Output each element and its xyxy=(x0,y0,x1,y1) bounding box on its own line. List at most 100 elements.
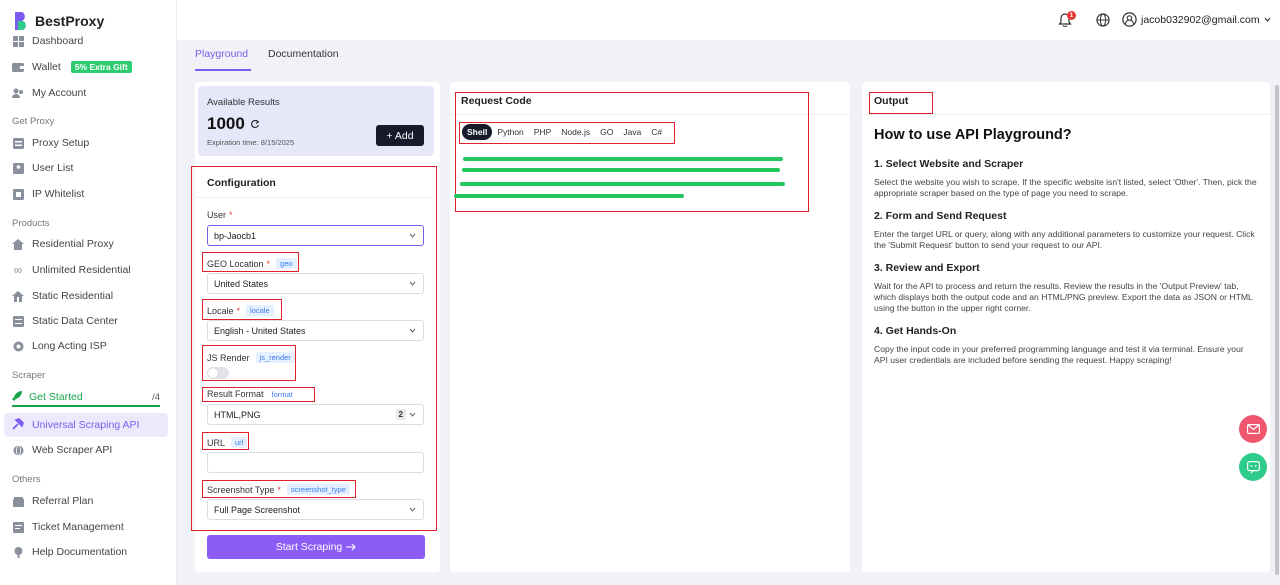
sidebar-item-long-isp[interactable]: Long Acting ISP xyxy=(12,340,107,352)
account-icon xyxy=(12,87,24,99)
brand-name: BestProxy xyxy=(35,13,105,29)
configuration-title: Configuration xyxy=(207,177,276,189)
sidebar-item-referral[interactable]: Referral Plan xyxy=(12,495,93,507)
howto-heading: How to use API Playground? xyxy=(874,127,1072,143)
step-text: Wait for the API to process and return t… xyxy=(874,281,1253,313)
sidebar: BestProxy Dashboard Wallet 5% Extra Gift… xyxy=(0,0,177,585)
locale-select-value: English - United States xyxy=(214,325,306,336)
sidebar-item-wallet[interactable]: Wallet 5% Extra Gift xyxy=(12,61,132,73)
isp-icon xyxy=(12,340,24,352)
lang-tab-nodejs[interactable]: Node.js xyxy=(556,124,595,140)
lang-tab-java[interactable]: Java xyxy=(618,124,646,140)
url-input[interactable] xyxy=(207,452,424,473)
sidebar-item-label: Static Residential xyxy=(32,290,114,302)
format-select[interactable]: HTML,PNG 2 xyxy=(207,404,424,425)
lang-tab-go[interactable]: GO xyxy=(595,124,618,140)
refresh-icon[interactable] xyxy=(250,119,260,129)
top-bar xyxy=(177,0,1280,40)
lang-tab-php[interactable]: PHP xyxy=(529,124,556,140)
sidebar-item-dashboard[interactable]: Dashboard xyxy=(12,35,83,47)
page-scrollbar[interactable] xyxy=(1275,85,1279,575)
section-products: Products xyxy=(12,218,50,229)
add-results-button[interactable]: + Add xyxy=(376,125,424,146)
mail-fab[interactable] xyxy=(1239,415,1267,443)
config-divider xyxy=(196,197,434,198)
sidebar-item-label: Unlimited Residential xyxy=(32,264,131,276)
sidebar-item-static-res[interactable]: Static Residential xyxy=(12,290,113,302)
locale-select[interactable]: English - United States xyxy=(207,320,424,341)
sidebar-item-help[interactable]: Help Documentation xyxy=(12,546,127,558)
lang-tab-shell[interactable]: Shell xyxy=(462,124,493,140)
start-scraping-button[interactable]: Start Scraping xyxy=(207,535,425,559)
js-render-toggle[interactable] xyxy=(207,367,229,379)
required-mark: * xyxy=(229,210,233,220)
user-menu[interactable]: jacob032902@gmail.com xyxy=(1122,12,1271,27)
step-title: 2. Form and Send Request xyxy=(874,210,1007,222)
tab-bar: Playground Documentation xyxy=(177,40,1280,71)
sidebar-item-web-scraper-api[interactable]: Web Scraper API xyxy=(12,444,112,456)
sidebar-item-label: My Account xyxy=(32,87,87,99)
dashboard-icon xyxy=(12,35,24,47)
tab-playground[interactable]: Playground xyxy=(195,48,248,60)
screenshot-type-value: Full Page Screenshot xyxy=(214,504,301,515)
lang-tab-python[interactable]: Python xyxy=(492,124,528,140)
sidebar-item-label: Referral Plan xyxy=(32,495,94,507)
user-email: jacob032902@gmail.com xyxy=(1141,13,1260,26)
screenshot-type-select[interactable]: Full Page Screenshot xyxy=(207,499,424,520)
step-title: 4. Get Hands-On xyxy=(874,325,957,337)
sidebar-item-universal-api[interactable]: Universal Scraping API xyxy=(4,413,168,437)
api-icon xyxy=(12,417,24,433)
sidebar-item-label: Static Data Center xyxy=(32,315,118,327)
section-get-proxy: Get Proxy xyxy=(12,116,55,127)
sidebar-item-residential[interactable]: Residential Proxy xyxy=(12,238,114,250)
ip-whitelist-icon xyxy=(12,188,24,200)
geo-tag: geo xyxy=(276,258,297,269)
sidebar-item-label: Wallet xyxy=(32,61,61,73)
tab-underline xyxy=(195,69,251,71)
get-started-progress[interactable]: Get Started /4 xyxy=(12,389,160,407)
geo-label-text: GEO Location xyxy=(207,258,264,269)
available-results-card: Available Results 1000 Expiration time: … xyxy=(198,86,434,156)
user-select[interactable]: bp-Jaocb1 xyxy=(207,225,424,246)
required-mark: * xyxy=(236,305,241,316)
lang-tab-csharp[interactable]: C# xyxy=(646,124,667,140)
user-label-text: User xyxy=(207,210,227,220)
output-header-divider xyxy=(862,114,1270,115)
format-label-text: Result Format xyxy=(207,389,264,399)
sidebar-item-unlimited[interactable]: ∞ Unlimited Residential xyxy=(12,263,131,277)
brand-logo[interactable]: BestProxy xyxy=(12,10,104,32)
sidebar-item-label: IP Whitelist xyxy=(32,188,85,200)
locale-label: Locale * locale xyxy=(207,305,274,316)
sidebar-item-proxy-setup[interactable]: Proxy Setup xyxy=(12,137,89,149)
datacenter-icon xyxy=(12,315,24,327)
arrow-right-icon xyxy=(346,543,357,551)
redacted-code-line xyxy=(462,168,780,172)
sidebar-item-static-dc[interactable]: Static Data Center xyxy=(12,315,118,327)
sidebar-item-label: User List xyxy=(32,162,74,174)
format-select-value: HTML,PNG xyxy=(214,409,261,420)
sidebar-item-account[interactable]: My Account xyxy=(12,87,86,99)
geo-select[interactable]: United States xyxy=(207,273,424,294)
geo-select-value: United States xyxy=(214,278,269,289)
request-code-title: Request Code xyxy=(461,95,532,107)
chat-fab[interactable] xyxy=(1239,453,1267,481)
sidebar-item-ip-whitelist[interactable]: IP Whitelist xyxy=(12,188,84,200)
sidebar-item-ticket[interactable]: Ticket Management xyxy=(12,521,124,533)
required-mark: * xyxy=(277,484,281,495)
sidebar-item-label: Universal Scraping API xyxy=(32,419,140,431)
step-text: Select the website you wish to scrape. I… xyxy=(874,177,1257,198)
notification-badge: 1 xyxy=(1067,11,1076,20)
url-tag: url xyxy=(231,437,248,448)
screenshot-type-tag: screenshot_type xyxy=(286,484,350,495)
tab-documentation[interactable]: Documentation xyxy=(268,48,339,60)
format-count-badge: 2 xyxy=(395,409,406,420)
step-title: 3. Review and Export xyxy=(874,262,980,274)
logo-icon xyxy=(15,12,26,30)
language-icon[interactable] xyxy=(1096,13,1110,27)
url-label: URL url xyxy=(207,437,248,448)
step-title: 1. Select Website and Scraper xyxy=(874,158,1024,170)
get-started-label: Get Started xyxy=(29,391,83,403)
chevron-down-icon xyxy=(409,233,416,238)
sidebar-item-user-list[interactable]: User List xyxy=(12,162,73,174)
wallet-icon xyxy=(12,61,24,73)
